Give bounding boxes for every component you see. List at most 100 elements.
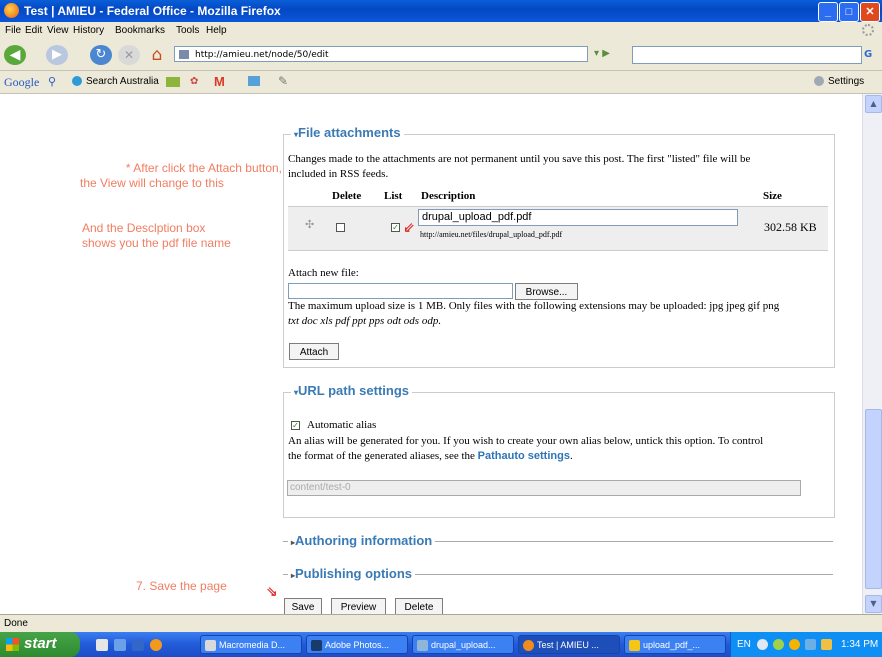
stop-icon[interactable]: ✕ [118, 45, 140, 65]
app-icon [311, 640, 322, 651]
settings-icon [814, 76, 824, 86]
gmail-icon[interactable]: M [214, 74, 225, 89]
quicklaunch-icon[interactable] [96, 639, 108, 651]
reload-icon[interactable]: ↻ [90, 45, 112, 65]
task-label: Test | AMIEU ... [537, 640, 599, 650]
maximize-button[interactable]: □ [839, 2, 859, 22]
col-description: Description [421, 190, 476, 202]
menu-history[interactable]: History [73, 25, 104, 36]
red-arrow-icon: ⇘ [266, 584, 278, 600]
url-text: http://amieu.net/node/50/edit [195, 50, 329, 60]
google-logo: Google [4, 75, 40, 89]
app-icon [205, 640, 216, 651]
url-path-legend[interactable]: ▾URL path settings [291, 383, 413, 398]
magnifier-icon[interactable]: ⚲ [48, 75, 56, 88]
tray-icon[interactable] [757, 639, 768, 650]
close-button[interactable]: ✕ [860, 2, 880, 22]
file-url[interactable]: http://amieu.net/files/drupal_upload_pdf… [420, 230, 562, 239]
save-button[interactable]: Save [284, 598, 322, 614]
annotation-line: And the Desclption box [82, 221, 206, 235]
site-favicon-icon [179, 50, 189, 59]
back-arrow-icon[interactable]: ◀ [4, 45, 26, 65]
vertical-scrollbar[interactable]: ▲ ▼ [862, 94, 882, 614]
help-text: the format of the generated aliases, see… [288, 450, 475, 462]
menu-view[interactable]: View [47, 25, 69, 36]
language-indicator[interactable]: EN [737, 639, 751, 650]
taskbar: start Macromedia D... Adobe Photos... dr… [0, 632, 882, 657]
task-firefox[interactable]: Test | AMIEU ... [518, 635, 620, 654]
minimize-button[interactable]: _ [818, 2, 838, 22]
pathauto-settings-link[interactable]: Pathauto settings [478, 450, 570, 462]
menu-help[interactable]: Help [206, 25, 227, 36]
description-input[interactable]: drupal_upload_pdf.pdf [418, 209, 738, 226]
file-size: 302.58 KB [764, 220, 817, 234]
intro-line: included in RSS feeds. [288, 168, 389, 180]
help-text: . [569, 450, 573, 462]
tray-icon[interactable] [789, 639, 800, 650]
forward-arrow-icon[interactable]: ▶ [46, 45, 68, 65]
app-icon [417, 640, 428, 651]
delete-checkbox[interactable] [336, 223, 345, 232]
publishing-options-legend[interactable]: ▸Publishing options [288, 566, 416, 581]
share-icon[interactable] [248, 76, 260, 86]
url-bar[interactable]: http://amieu.net/node/50/edit [174, 46, 588, 62]
legend-text: File attachments [298, 125, 401, 140]
firefox-icon [4, 3, 19, 18]
file-attachments-legend[interactable]: ▾File attachments [291, 125, 404, 140]
annotation-line: shows you the pdf file name [82, 236, 231, 250]
col-size: Size [763, 190, 782, 202]
quicklaunch-icon[interactable] [150, 639, 162, 651]
scroll-down-icon[interactable]: ▼ [865, 595, 882, 613]
go-icon[interactable]: ▾ ▶ [594, 48, 610, 59]
quicklaunch-icon[interactable] [114, 639, 126, 651]
drag-handle-icon[interactable]: ✣ [305, 218, 314, 231]
task-photoshop[interactable]: Adobe Photos... [306, 635, 408, 654]
search-australia-button[interactable]: Search Australia [86, 76, 159, 87]
automatic-alias-checkbox[interactable]: ✓ [291, 421, 300, 430]
search-box[interactable] [632, 46, 862, 64]
tray-icon[interactable] [773, 639, 784, 650]
photos-icon[interactable] [166, 77, 180, 87]
settings-button[interactable]: Settings [828, 76, 864, 87]
home-icon[interactable]: ⌂ [146, 45, 168, 65]
task-macromedia[interactable]: Macromedia D... [200, 635, 302, 654]
scroll-thumb[interactable] [865, 409, 882, 589]
file-path-input[interactable] [288, 283, 513, 299]
annotation-line: the View will change to this [80, 176, 224, 190]
list-checkbox[interactable]: ✓ [391, 223, 400, 232]
page-content: * After click the Attach button, the Vie… [0, 94, 862, 614]
system-tray: EN 1:34 PM [730, 632, 882, 657]
annotation-save: 7. Save the page [136, 579, 227, 593]
menu-bookmarks[interactable]: Bookmarks [115, 25, 165, 36]
quicklaunch-icon[interactable] [132, 639, 144, 651]
menu-edit[interactable]: Edit [25, 25, 42, 36]
annotation-line: * After click the Attach button, [125, 161, 282, 175]
scroll-up-icon[interactable]: ▲ [865, 95, 882, 113]
col-list: List [384, 190, 403, 202]
menu-bar: File Edit View History Bookmarks Tools H… [0, 22, 882, 40]
attach-button[interactable]: Attach [289, 343, 339, 360]
window-title-bar: Test | AMIEU - Federal Office - Mozilla … [0, 0, 882, 22]
max-upload-info: The maximum upload size is 1 MB. Only fi… [288, 299, 833, 329]
tray-icon[interactable] [821, 639, 832, 650]
tray-icon[interactable] [805, 639, 816, 650]
info-line: txt doc xls pdf ppt pps odt ods odp. [288, 315, 442, 327]
start-button[interactable]: start [0, 632, 80, 657]
globe-icon [72, 76, 82, 86]
attachments-intro: Changes made to the attachments are not … [288, 152, 828, 182]
search-engine-icon[interactable]: G [864, 49, 872, 60]
authoring-information-legend[interactable]: ▸Authoring information [288, 533, 436, 548]
pencil-icon[interactable]: ✎ [278, 74, 288, 88]
url-alias-input[interactable]: content/test-0 [287, 480, 801, 496]
start-label: start [24, 635, 57, 652]
browse-button[interactable]: Browse... [515, 283, 578, 300]
preview-button[interactable]: Preview [331, 598, 386, 614]
menu-file[interactable]: File [5, 25, 21, 36]
task-upload-pdf[interactable]: upload_pdf_... [624, 635, 726, 654]
legend-text: Authoring information [295, 533, 433, 548]
app-icon [523, 640, 534, 651]
bookmark-icon[interactable]: ✿ [190, 76, 198, 87]
delete-button[interactable]: Delete [395, 598, 443, 614]
task-drupal-upload[interactable]: drupal_upload... [412, 635, 514, 654]
menu-tools[interactable]: Tools [176, 25, 199, 36]
